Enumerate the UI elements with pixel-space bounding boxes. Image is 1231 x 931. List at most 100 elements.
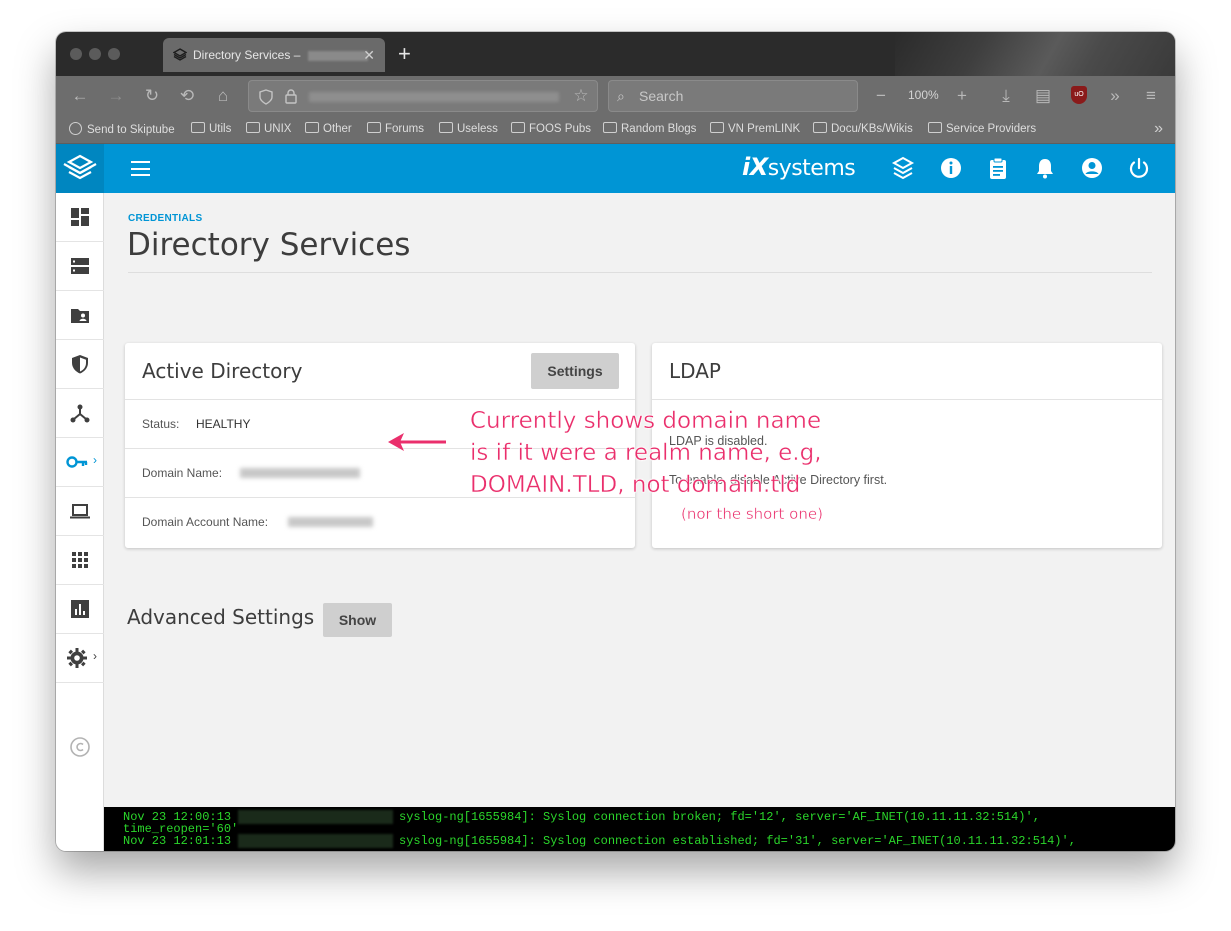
truenas-logo-icon — [63, 154, 97, 180]
truenas-logo[interactable] — [56, 144, 104, 193]
active-directory-title: Active Directory — [142, 359, 303, 383]
downloads-icon[interactable]: ⤓ — [994, 84, 1018, 108]
zoom-window-button[interactable] — [108, 48, 120, 60]
advanced-settings-title: Advanced Settings — [127, 605, 315, 629]
back-arrow-icon[interactable]: ← — [68, 84, 92, 108]
new-tab-button[interactable]: + — [398, 40, 411, 68]
bookmark-send-to-skiptube[interactable]: Send to Skiptube — [69, 122, 175, 136]
bookmark-folder-other[interactable]: Other — [305, 122, 352, 135]
shield-icon — [72, 355, 88, 374]
key-icon — [66, 456, 88, 468]
lock-icon — [285, 89, 297, 104]
folder-icon — [305, 122, 319, 133]
info-icon[interactable] — [939, 156, 963, 180]
shield-icon — [259, 89, 273, 105]
console-line-message: syslog-ng[1655984]: Syslog connection es… — [399, 834, 1076, 848]
dashboard-icon — [71, 208, 89, 226]
divider — [128, 272, 1152, 273]
hostname-redacted — [238, 834, 393, 848]
annotation-note: (nor the short one) — [681, 505, 823, 523]
nav-security[interactable] — [56, 340, 104, 389]
gear-icon — [67, 648, 87, 668]
browser-tab-directory-services[interactable]: Directory Services – ✕ — [163, 38, 385, 72]
minimize-window-button[interactable] — [89, 48, 101, 60]
truenas-favicon-icon — [173, 48, 187, 61]
bookmarks-bar: Send to Skiptube Utils UNIX Other Forums… — [56, 116, 1175, 144]
domain-account-label: Domain Account Name: — [142, 515, 269, 529]
settings-button[interactable]: Settings — [531, 353, 619, 389]
nav-copyright[interactable] — [56, 683, 104, 757]
folder-icon — [439, 122, 453, 133]
nav-system[interactable]: › — [56, 634, 104, 683]
chevron-right-icon: › — [93, 649, 97, 663]
ublock-origin-icon[interactable]: uO — [1071, 86, 1087, 104]
console-line-message: syslog-ng[1655984]: Syslog connection br… — [399, 810, 1040, 824]
bookmark-folder-useless[interactable]: Useless — [439, 122, 498, 135]
nav-storage[interactable] — [56, 242, 104, 291]
home-icon[interactable]: ⌂ — [211, 84, 235, 108]
nav-sharing[interactable] — [56, 291, 104, 340]
menu-icon[interactable]: ≡ — [1139, 84, 1163, 108]
browser-toolbar: ← → ↻ ⟲ ⌂ ☆ ⌕ Search − 100% + ⤓ ▤ uO » ≡ — [56, 76, 1175, 116]
search-icon: ⌕ — [617, 88, 625, 104]
bookmark-star-icon[interactable]: ☆ — [569, 84, 593, 108]
close-window-button[interactable] — [70, 48, 82, 60]
bookmark-folder-forums[interactable]: Forums — [367, 122, 424, 135]
bookmark-folder-unix[interactable]: UNIX — [246, 122, 291, 135]
history-icon[interactable]: ⟲ — [175, 84, 199, 108]
page-title: Directory Services — [127, 227, 411, 263]
network-icon — [70, 404, 90, 423]
bookmark-folder-service-providers[interactable]: Service Providers — [928, 122, 1036, 135]
bookmark-folder-docu-kbs-wikis[interactable]: Docu/KBs/Wikis — [813, 122, 913, 135]
nav-network[interactable] — [56, 389, 104, 438]
hamburger-menu-icon[interactable] — [131, 161, 150, 176]
nav-apps[interactable] — [56, 536, 104, 585]
nav-dashboard[interactable] — [56, 193, 104, 242]
bookmark-folder-foos-pubs[interactable]: FOOS Pubs — [511, 122, 591, 135]
zoom-in-icon[interactable]: + — [950, 84, 974, 108]
notifications-bell-icon[interactable] — [1033, 156, 1057, 180]
clipboard-tasks-icon[interactable] — [986, 156, 1010, 180]
folder-icon — [928, 122, 942, 133]
show-advanced-button[interactable]: Show — [323, 603, 392, 637]
zoom-out-icon[interactable]: − — [869, 84, 893, 108]
url-bar[interactable]: ☆ — [248, 80, 598, 112]
folder-icon — [191, 122, 205, 133]
tab-title: Directory Services – — [193, 48, 304, 62]
reporting-chart-icon — [71, 600, 89, 618]
bookmark-folder-vn-premlink[interactable]: VN PremLINK — [710, 122, 800, 135]
domain-name-value-redacted — [240, 468, 360, 478]
nav-virtualization[interactable] — [56, 487, 104, 536]
annotation-arrow-icon — [388, 433, 446, 451]
bookmarks-overflow-icon[interactable]: » — [1154, 120, 1163, 138]
bookmark-folder-utils[interactable]: Utils — [191, 122, 231, 135]
console-line-time: Nov 23 12:01:13 — [123, 834, 232, 848]
domain-account-row: Domain Account Name: — [125, 498, 635, 547]
folder-icon — [246, 122, 260, 133]
folder-icon — [511, 122, 525, 133]
overflow-chevron-icon[interactable]: » — [1103, 84, 1127, 108]
search-input[interactable]: ⌕ Search — [608, 80, 858, 112]
folder-icon — [367, 122, 381, 133]
zoom-level[interactable]: 100% — [908, 88, 939, 102]
forward-arrow-icon[interactable]: → — [104, 84, 128, 108]
breadcrumb[interactable]: CREDENTIALS — [128, 213, 202, 224]
folder-icon — [603, 122, 617, 133]
library-icon[interactable]: ▤ — [1031, 84, 1055, 108]
ldap-title: LDAP — [669, 359, 721, 383]
nav-credentials[interactable]: › — [56, 438, 104, 487]
power-icon[interactable] — [1127, 156, 1151, 180]
copyright-icon — [70, 737, 90, 757]
account-circle-icon[interactable] — [1080, 156, 1104, 180]
apps-grid-icon — [72, 552, 88, 568]
bookmark-folder-random-blogs[interactable]: Random Blogs — [603, 122, 696, 135]
ixsystems-logo[interactable]: iXsystems — [742, 153, 856, 181]
storage-icon — [71, 258, 89, 274]
reload-icon[interactable]: ↻ — [140, 84, 164, 108]
status-label: Status: — [142, 417, 180, 431]
tab-close-icon[interactable]: ✕ — [363, 38, 375, 72]
console-log: Nov 23 12:00:13 syslog-ng[1655984]: Sysl… — [104, 807, 1175, 851]
status-value: HEALTHY — [196, 417, 251, 431]
truecommand-icon[interactable] — [891, 156, 915, 180]
nav-reporting[interactable] — [56, 585, 104, 634]
